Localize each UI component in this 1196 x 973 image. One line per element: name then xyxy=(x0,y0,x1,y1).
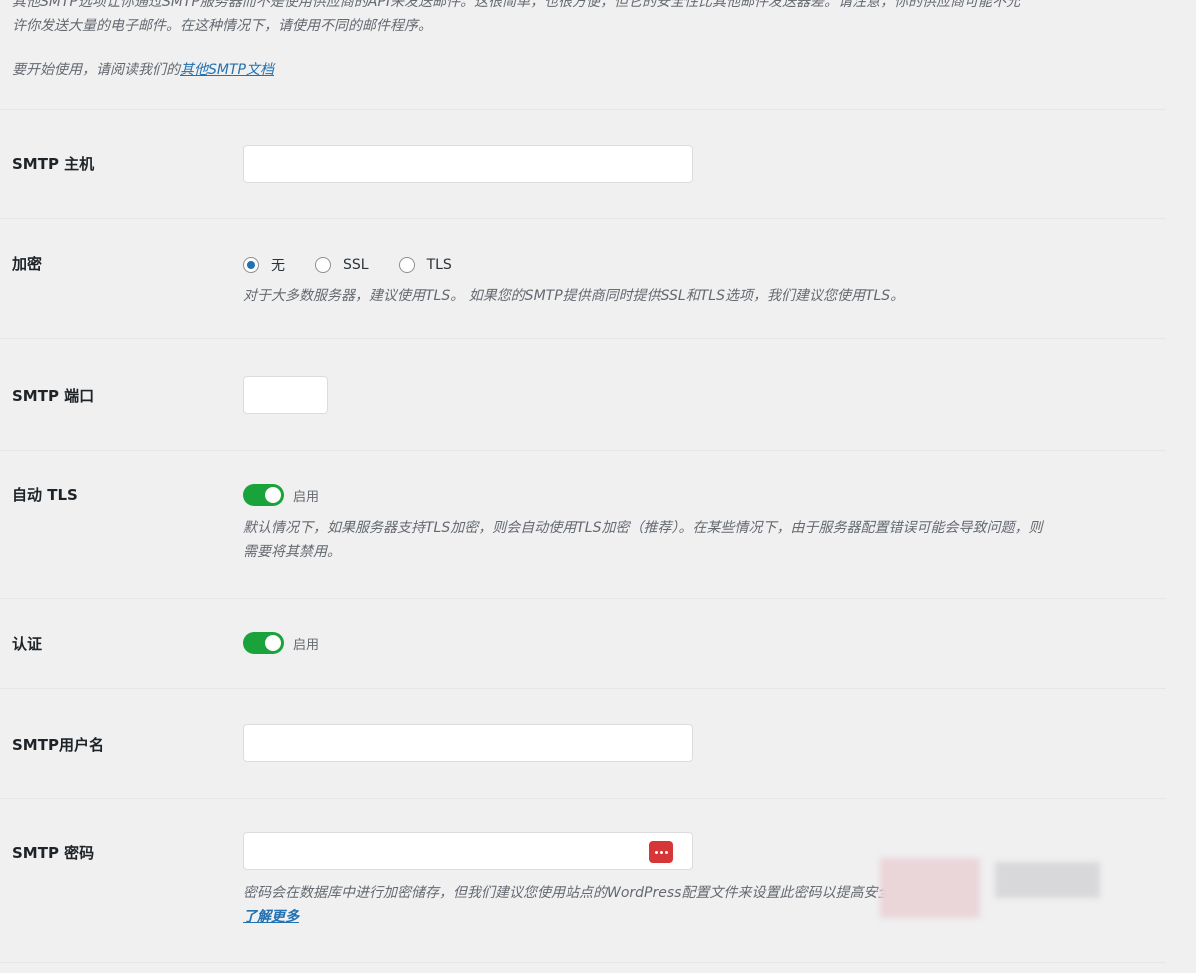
auto-tls-label: 自动 TLS xyxy=(12,486,78,504)
auth-toggle-row: 启用 xyxy=(243,632,319,654)
auth-toggle-label: 启用 xyxy=(293,637,320,653)
learn-more-link[interactable]: 了解更多 xyxy=(243,906,299,926)
smtp-host-label: SMTP 主机 xyxy=(12,155,95,173)
encryption-option-ssl[interactable]: SSL xyxy=(315,257,369,273)
watermark-blur xyxy=(995,862,1100,898)
smtp-password-label: SMTP 密码 xyxy=(12,844,95,862)
intro-line-1: 其他SMTP选项让你通过SMTP服务器而不是使用供应商的API来发送邮件。这很简… xyxy=(12,0,1021,10)
divider xyxy=(0,450,1166,451)
auto-tls-description-line-1: 默认情况下，如果服务器支持TLS加密，则会自动使用TLS加密（推荐）。在某些情况… xyxy=(243,520,1043,536)
encryption-option-label: TLS xyxy=(426,257,452,273)
smtp-username-input[interactable] xyxy=(243,724,693,762)
radio-checked-icon[interactable] xyxy=(243,257,259,273)
encryption-radio-group: 无 SSL TLS xyxy=(243,255,482,275)
watermark-blur xyxy=(880,858,980,918)
intro-start: 要开始使用，请阅读我们的其他SMTP文档 xyxy=(12,58,1172,82)
encryption-option-none[interactable]: 无 xyxy=(243,255,285,275)
divider xyxy=(0,962,1166,963)
smtp-port-label: SMTP 端口 xyxy=(12,387,95,405)
toggle-knob xyxy=(265,487,281,503)
smtp-port-input[interactable] xyxy=(243,376,328,414)
smtp-host-input[interactable] xyxy=(243,145,693,183)
password-manager-icon[interactable] xyxy=(649,841,673,863)
dot xyxy=(654,850,658,854)
auth-label: 认证 xyxy=(12,635,43,653)
encryption-option-label: 无 xyxy=(271,258,285,274)
smtp-password-input[interactable] xyxy=(243,832,693,870)
auto-tls-toggle[interactable] xyxy=(243,484,284,506)
encryption-description: 对于大多数服务器，建议使用TLS。 如果您的SMTP提供商同时提供SSL和TLS… xyxy=(243,288,905,304)
dot xyxy=(664,850,668,854)
divider xyxy=(0,218,1166,219)
divider xyxy=(0,598,1166,599)
divider xyxy=(0,688,1166,689)
encryption-option-tls[interactable]: TLS xyxy=(398,257,452,273)
radio-unchecked-icon[interactable] xyxy=(398,257,415,273)
radio-unchecked-icon[interactable] xyxy=(315,257,331,273)
encryption-option-label: SSL xyxy=(343,257,369,273)
divider xyxy=(0,109,1166,110)
divider xyxy=(0,338,1166,339)
auto-tls-toggle-row: 启用 xyxy=(243,484,319,506)
auto-tls-description-line-2: 需要将其禁用。 xyxy=(243,544,341,560)
encryption-label: 加密 xyxy=(12,255,43,273)
dot xyxy=(659,850,663,854)
auth-toggle[interactable] xyxy=(243,632,284,654)
toggle-knob xyxy=(265,635,281,651)
divider xyxy=(0,798,1166,799)
smtp-password-description: 密码会在数据库中进行加密储存，但我们建议您使用站点的WordPress配置文件来… xyxy=(243,885,920,901)
auto-tls-toggle-label: 启用 xyxy=(293,489,320,505)
intro-start-text: 要开始使用，请阅读我们的 xyxy=(12,62,180,78)
smtp-username-label: SMTP用户名 xyxy=(12,736,104,754)
intro-line-2: 许你发送大量的电子邮件。在这种情况下，请使用不同的邮件程序。 xyxy=(12,18,432,34)
intro-text: 其他SMTP选项让你通过SMTP服务器而不是使用供应商的API来发送邮件。这很简… xyxy=(12,0,1172,82)
smtp-doc-link[interactable]: 其他SMTP文档 xyxy=(180,62,274,78)
